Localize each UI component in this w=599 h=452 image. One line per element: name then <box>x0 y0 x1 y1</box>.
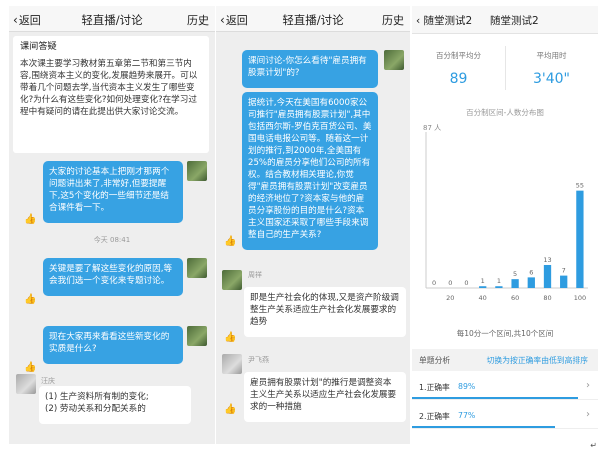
thumb-up-icon[interactable]: 👍 <box>224 404 236 415</box>
thumb-up-icon[interactable]: 👍 <box>24 362 36 373</box>
avg-time-value: 3'40" <box>532 71 570 87</box>
teacher-avatar <box>384 50 404 70</box>
history-button[interactable]: 历史 <box>187 12 209 28</box>
reply-line-2: (2) 劳动关系和分配关系的 <box>45 404 146 414</box>
student-reply[interactable]: (1) 生产资料所有制的变化; (2) 劳动关系和分配关系的 <box>39 386 191 424</box>
avg-score-label: 百分制平均分 <box>436 51 481 60</box>
intro-title: 课间答疑 <box>20 41 57 52</box>
student-avatar <box>222 354 242 374</box>
teacher-avatar <box>187 258 207 278</box>
score-distribution-chart: 87 人 0 0 0 1 1 5 6 13 7 55 20 40 60 80 100 <box>423 124 588 302</box>
data-label: 5 <box>513 270 517 278</box>
data-label: 0 <box>464 279 468 287</box>
question-row[interactable]: 1.正确率 89% › <box>412 374 598 400</box>
bar <box>479 286 487 288</box>
question-rate: 89% <box>458 382 476 391</box>
back-label: 随堂测试2 <box>423 15 473 27</box>
student-reply-1[interactable]: 即是生产社会化的体现,又是资产阶级调整生产关系适应生产社会化发展要求的趋势 <box>244 287 406 337</box>
rate-bar <box>412 426 556 428</box>
bar <box>511 279 519 288</box>
x-tick-label: 20 <box>446 294 454 302</box>
bar <box>527 277 535 288</box>
question-rate: 77% <box>458 411 476 420</box>
avg-time: 平均用时 3'40" <box>505 50 598 87</box>
history-button[interactable]: 历史 <box>382 12 404 28</box>
avg-time-label: 平均用时 <box>536 51 567 60</box>
x-tick-label: 40 <box>479 294 487 302</box>
intro-card: 课间答疑 本次课主要学习教材第五章第二节和第三节内容,围绕资本主义的变化,发展趋… <box>13 36 209 153</box>
reply-line-1: (1) 生产资料所有制的变化; <box>45 392 149 402</box>
header: ‹返回 轻直播/讨论 历史 <box>9 6 215 32</box>
canvas: ‹返回 轻直播/讨论 历史 课间答疑 本次课主要学习教材第五章第二节和第三节内容… <box>0 0 599 452</box>
rate-bar <box>412 397 578 399</box>
data-label: 55 <box>576 182 584 190</box>
header: ‹ 随堂测试2 随堂测试2 <box>412 6 598 34</box>
question-label: 2.正确率 <box>419 412 450 421</box>
back-button[interactable]: ‹ 随堂测试2 <box>416 13 472 28</box>
avg-score-value: 89 <box>449 71 468 87</box>
data-label: 1 <box>481 277 485 285</box>
student-name: 周祥 <box>248 271 262 279</box>
page-title: 轻直播/讨论 <box>282 13 344 27</box>
data-label: 0 <box>432 279 436 287</box>
chevron-left-icon: ‹ <box>416 15 424 27</box>
x-tick-label: 100 <box>574 294 586 302</box>
data-label: 7 <box>562 267 566 275</box>
thumb-up-icon[interactable]: 👍 <box>24 214 36 225</box>
x-tick-label: 80 <box>543 294 551 302</box>
question-label: 1.正确率 <box>419 383 450 392</box>
question-analysis-header: 单题分析 切换为按正确率由低到高排序 <box>412 349 598 371</box>
chat-panel-2: ‹返回 轻直播/讨论 历史 课间讨论-你怎么看待"雇员拥有股票计划"的? 据统计… <box>216 6 410 444</box>
thumb-up-icon[interactable]: 👍 <box>24 294 36 305</box>
timestamp: 今天 08:41 <box>93 236 131 244</box>
chat-panel-1: ‹返回 轻直播/讨论 历史 课间答疑 本次课主要学习教材第五章第二节和第三节内容… <box>9 6 215 444</box>
student-reply-2[interactable]: 雇员拥有股票计划"的推行是调整资本主义生产关系以适应生产社会化发展要求的一种措施 <box>244 372 406 422</box>
bar <box>576 190 584 288</box>
bar <box>560 275 568 288</box>
question-row[interactable]: 2.正确率 77% › <box>412 403 598 429</box>
chevron-right-icon: › <box>586 380 590 391</box>
x-tick-label: 60 <box>511 294 519 302</box>
divider <box>505 46 506 90</box>
intro-body: 本次课主要学习教材第五章第二节和第三节内容,围绕资本主义的变化,发展趋势来展开。… <box>20 59 198 117</box>
page-title: 随堂测试2 <box>490 15 539 27</box>
thumb-up-icon[interactable]: 👍 <box>224 236 236 247</box>
data-label: 0 <box>448 279 452 287</box>
chevron-right-icon: › <box>586 409 590 420</box>
section-label: 单题分析 <box>419 356 451 365</box>
teacher-bubble-topic[interactable]: 课间讨论-你怎么看待"雇员拥有股票计划"的? <box>242 50 378 88</box>
teacher-avatar <box>187 161 207 181</box>
data-label: 1 <box>497 277 501 285</box>
teacher-bubble-3[interactable]: 现在大家再来看看这些新变化的实质是什么? <box>43 326 183 364</box>
teacher-bubble-detail[interactable]: 据统计,今天在美国有6000家公司推行"雇员拥有股票计划",其中包括西尔斯-罗伯… <box>242 92 378 250</box>
y-axis-label: 87 人 <box>423 124 441 132</box>
page-title: 轻直播/讨论 <box>81 13 143 27</box>
student-avatar <box>222 270 242 290</box>
teacher-avatar <box>187 326 207 346</box>
teacher-bubble-2[interactable]: 关键是要了解这些变化的原因,等会我们选一个变化来专题讨论。 <box>43 258 183 296</box>
student-name: 尹飞燕 <box>248 356 269 364</box>
student-avatar <box>16 374 36 394</box>
avg-score: 百分制平均分 89 <box>412 50 505 87</box>
bar <box>495 286 503 288</box>
data-label: 13 <box>543 256 551 264</box>
chart-note: 每10分一个区间,共10个区间 <box>456 329 554 338</box>
student-name: 汪庆 <box>41 377 55 385</box>
quiz-stats-panel: ‹ 随堂测试2 随堂测试2 百分制平均分 89 平均用时 3'40" 百分制区间… <box>412 6 598 444</box>
sort-toggle-link[interactable]: 切换为按正确率由低到高排序 <box>487 355 588 366</box>
teacher-bubble-1[interactable]: 大家的讨论基本上把刚才那两个问题讲出来了,非常好,但要提醒下,这5个变化的一些细… <box>43 161 183 223</box>
corner-mark: ↵ <box>590 441 597 450</box>
data-label: 6 <box>529 268 533 276</box>
header: ‹返回 轻直播/讨论 历史 <box>216 6 410 32</box>
bar <box>543 264 552 288</box>
thumb-up-icon[interactable]: 👍 <box>224 332 236 343</box>
